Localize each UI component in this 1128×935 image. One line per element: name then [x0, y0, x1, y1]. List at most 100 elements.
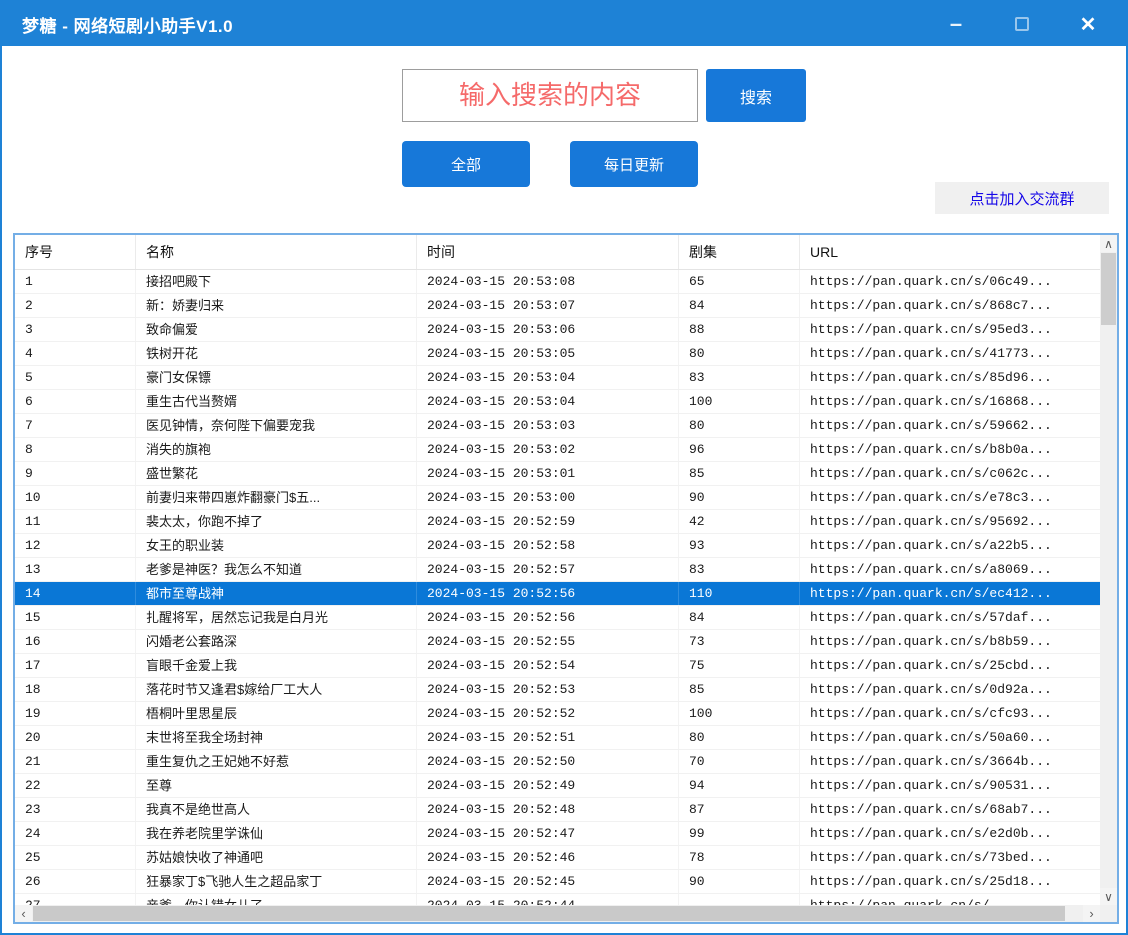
cell-num: 26: [15, 870, 136, 893]
cell-episodes: 70: [679, 750, 800, 773]
maximize-button[interactable]: [1002, 9, 1042, 39]
table-row[interactable]: 19梧桐叶里思星辰2024-03-15 20:52:52100https://p…: [15, 702, 1100, 726]
cell-name: 盛世繁花: [136, 462, 417, 485]
cell-time: 2024-03-15 20:53:05: [417, 342, 679, 365]
cell-name: 闪婚老公套路深: [136, 630, 417, 653]
window-controls: – ✕: [936, 2, 1108, 46]
daily-update-button[interactable]: 每日更新: [570, 141, 698, 187]
cell-num: 25: [15, 846, 136, 869]
column-header-name[interactable]: 名称: [136, 235, 417, 269]
table-row[interactable]: 2新：娇妻归来2024-03-15 20:53:0784https://pan.…: [15, 294, 1100, 318]
cell-num: 9: [15, 462, 136, 485]
scroll-up-button[interactable]: ∧: [1100, 235, 1117, 252]
cell-episodes: 75: [679, 654, 800, 677]
table-row[interactable]: 12女王的职业装2024-03-15 20:52:5893https://pan…: [15, 534, 1100, 558]
table-row[interactable]: 26狂暴家丁$飞驰人生之超品家丁2024-03-15 20:52:4590htt…: [15, 870, 1100, 894]
window-title: 梦糖 - 网络短剧小助手V1.0: [2, 12, 233, 37]
cell-num: 19: [15, 702, 136, 725]
cell-num: 5: [15, 366, 136, 389]
cell-episodes: 110: [679, 582, 800, 605]
table-row[interactable]: 7医见钟情，奈何陛下偏要宠我2024-03-15 20:53:0380https…: [15, 414, 1100, 438]
table-row[interactable]: 25苏姑娘快收了神通吧2024-03-15 20:52:4678https://…: [15, 846, 1100, 870]
table-row[interactable]: 16闪婚老公套路深2024-03-15 20:52:5573https://pa…: [15, 630, 1100, 654]
cell-num: 1: [15, 270, 136, 293]
cell-url: https://pan.quark.cn/s/868c7...: [800, 294, 1100, 317]
cell-time: 2024-03-15 20:52:52: [417, 702, 679, 725]
column-header-num[interactable]: 序号: [15, 235, 136, 269]
cell-url: https://pan.quark.cn/s/c062c...: [800, 462, 1100, 485]
cell-num: 8: [15, 438, 136, 461]
table-row[interactable]: 5豪门女保镖2024-03-15 20:53:0483https://pan.q…: [15, 366, 1100, 390]
table-row[interactable]: 24我在养老院里学诛仙2024-03-15 20:52:4799https://…: [15, 822, 1100, 846]
cell-url: https://pan.quark.cn/s/a22b5...: [800, 534, 1100, 557]
cell-name: 苏姑娘快收了神通吧: [136, 846, 417, 869]
cell-url: https://pan.quark.cn/s/...: [800, 894, 1100, 905]
all-button[interactable]: 全部: [402, 141, 530, 187]
table-row[interactable]: 15扎醒将军，居然忘记我是白月光2024-03-15 20:52:5684htt…: [15, 606, 1100, 630]
close-button[interactable]: ✕: [1068, 9, 1108, 39]
app-window: 梦糖 - 网络短剧小助手V1.0 – ✕ 搜索 全部 每日更新 点击加入交流群 …: [0, 0, 1128, 935]
scroll-left-button[interactable]: ‹: [15, 905, 32, 922]
table-row[interactable]: 23我真不是绝世高人2024-03-15 20:52:4887https://p…: [15, 798, 1100, 822]
cell-episodes: 85: [679, 678, 800, 701]
table-header: 序号 名称 时间 剧集 URL: [15, 235, 1100, 270]
table-row[interactable]: 10前妻归来带四崽炸翻豪门$五...2024-03-15 20:53:0090h…: [15, 486, 1100, 510]
table-row[interactable]: 27亲爹，你认错女儿了2024-03-15 20:52:44https://pa…: [15, 894, 1100, 905]
cell-time: 2024-03-15 20:53:06: [417, 318, 679, 341]
search-input[interactable]: [402, 69, 698, 122]
table-row[interactable]: 1接招吧殿下2024-03-15 20:53:0865https://pan.q…: [15, 270, 1100, 294]
cell-episodes: 78: [679, 846, 800, 869]
cell-episodes: 42: [679, 510, 800, 533]
cell-time: 2024-03-15 20:52:54: [417, 654, 679, 677]
table-row[interactable]: 21重生复仇之王妃她不好惹2024-03-15 20:52:5070https:…: [15, 750, 1100, 774]
cell-num: 18: [15, 678, 136, 701]
table-row[interactable]: 9盛世繁花2024-03-15 20:53:0185https://pan.qu…: [15, 462, 1100, 486]
table-row[interactable]: 14都市至尊战神2024-03-15 20:52:56110https://pa…: [15, 582, 1100, 606]
column-header-time[interactable]: 时间: [417, 235, 679, 269]
horizontal-scrollbar-thumb[interactable]: [33, 906, 1065, 921]
cell-time: 2024-03-15 20:53:04: [417, 366, 679, 389]
cell-time: 2024-03-15 20:52:56: [417, 582, 679, 605]
cell-url: https://pan.quark.cn/s/85d96...: [800, 366, 1100, 389]
column-header-url[interactable]: URL: [800, 235, 1100, 269]
cell-time: 2024-03-15 20:53:03: [417, 414, 679, 437]
cell-episodes: [679, 894, 800, 905]
cell-name: 我在养老院里学诛仙: [136, 822, 417, 845]
cell-episodes: 99: [679, 822, 800, 845]
vertical-scrollbar-thumb[interactable]: [1101, 253, 1116, 325]
scroll-down-button[interactable]: ∨: [1100, 888, 1117, 905]
table-row[interactable]: 20末世将至我全场封神2024-03-15 20:52:5180https://…: [15, 726, 1100, 750]
cell-url: https://pan.quark.cn/s/0d92a...: [800, 678, 1100, 701]
table-row[interactable]: 18落花时节又逢君$嫁给厂工大人2024-03-15 20:52:5385htt…: [15, 678, 1100, 702]
table-row[interactable]: 11裴太太，你跑不掉了2024-03-15 20:52:5942https://…: [15, 510, 1100, 534]
cell-episodes: 84: [679, 606, 800, 629]
titlebar[interactable]: 梦糖 - 网络短剧小助手V1.0 – ✕: [2, 2, 1126, 46]
table-row[interactable]: 17盲眼千金爱上我2024-03-15 20:52:5475https://pa…: [15, 654, 1100, 678]
cell-time: 2024-03-15 20:52:47: [417, 822, 679, 845]
cell-num: 4: [15, 342, 136, 365]
horizontal-scrollbar[interactable]: ‹ ›: [15, 905, 1100, 922]
table-row[interactable]: 22至尊2024-03-15 20:52:4994https://pan.qua…: [15, 774, 1100, 798]
cell-episodes: 83: [679, 366, 800, 389]
table-row[interactable]: 4铁树开花2024-03-15 20:53:0580https://pan.qu…: [15, 342, 1100, 366]
cell-num: 2: [15, 294, 136, 317]
cell-time: 2024-03-15 20:53:08: [417, 270, 679, 293]
table-row[interactable]: 13老爹是神医？我怎么不知道2024-03-15 20:52:5783https…: [15, 558, 1100, 582]
maximize-icon: [1015, 17, 1029, 31]
cell-url: https://pan.quark.cn/s/73bed...: [800, 846, 1100, 869]
minimize-button[interactable]: –: [936, 9, 976, 39]
cell-time: 2024-03-15 20:52:44: [417, 894, 679, 905]
search-button[interactable]: 搜索: [706, 69, 806, 122]
cell-episodes: 73: [679, 630, 800, 653]
vertical-scrollbar[interactable]: ∧ ∨: [1100, 235, 1117, 905]
cell-time: 2024-03-15 20:53:04: [417, 390, 679, 413]
column-header-episodes[interactable]: 剧集: [679, 235, 800, 269]
table-row[interactable]: 6重生古代当赘婿2024-03-15 20:53:04100https://pa…: [15, 390, 1100, 414]
join-group-link[interactable]: 点击加入交流群: [935, 182, 1109, 214]
cell-url: https://pan.quark.cn/s/59662...: [800, 414, 1100, 437]
scroll-right-button[interactable]: ›: [1083, 905, 1100, 922]
cell-num: 14: [15, 582, 136, 605]
table-row[interactable]: 3致命偏爱2024-03-15 20:53:0688https://pan.qu…: [15, 318, 1100, 342]
table-row[interactable]: 8消失的旗袍2024-03-15 20:53:0296https://pan.q…: [15, 438, 1100, 462]
cell-name: 亲爹，你认错女儿了: [136, 894, 417, 905]
